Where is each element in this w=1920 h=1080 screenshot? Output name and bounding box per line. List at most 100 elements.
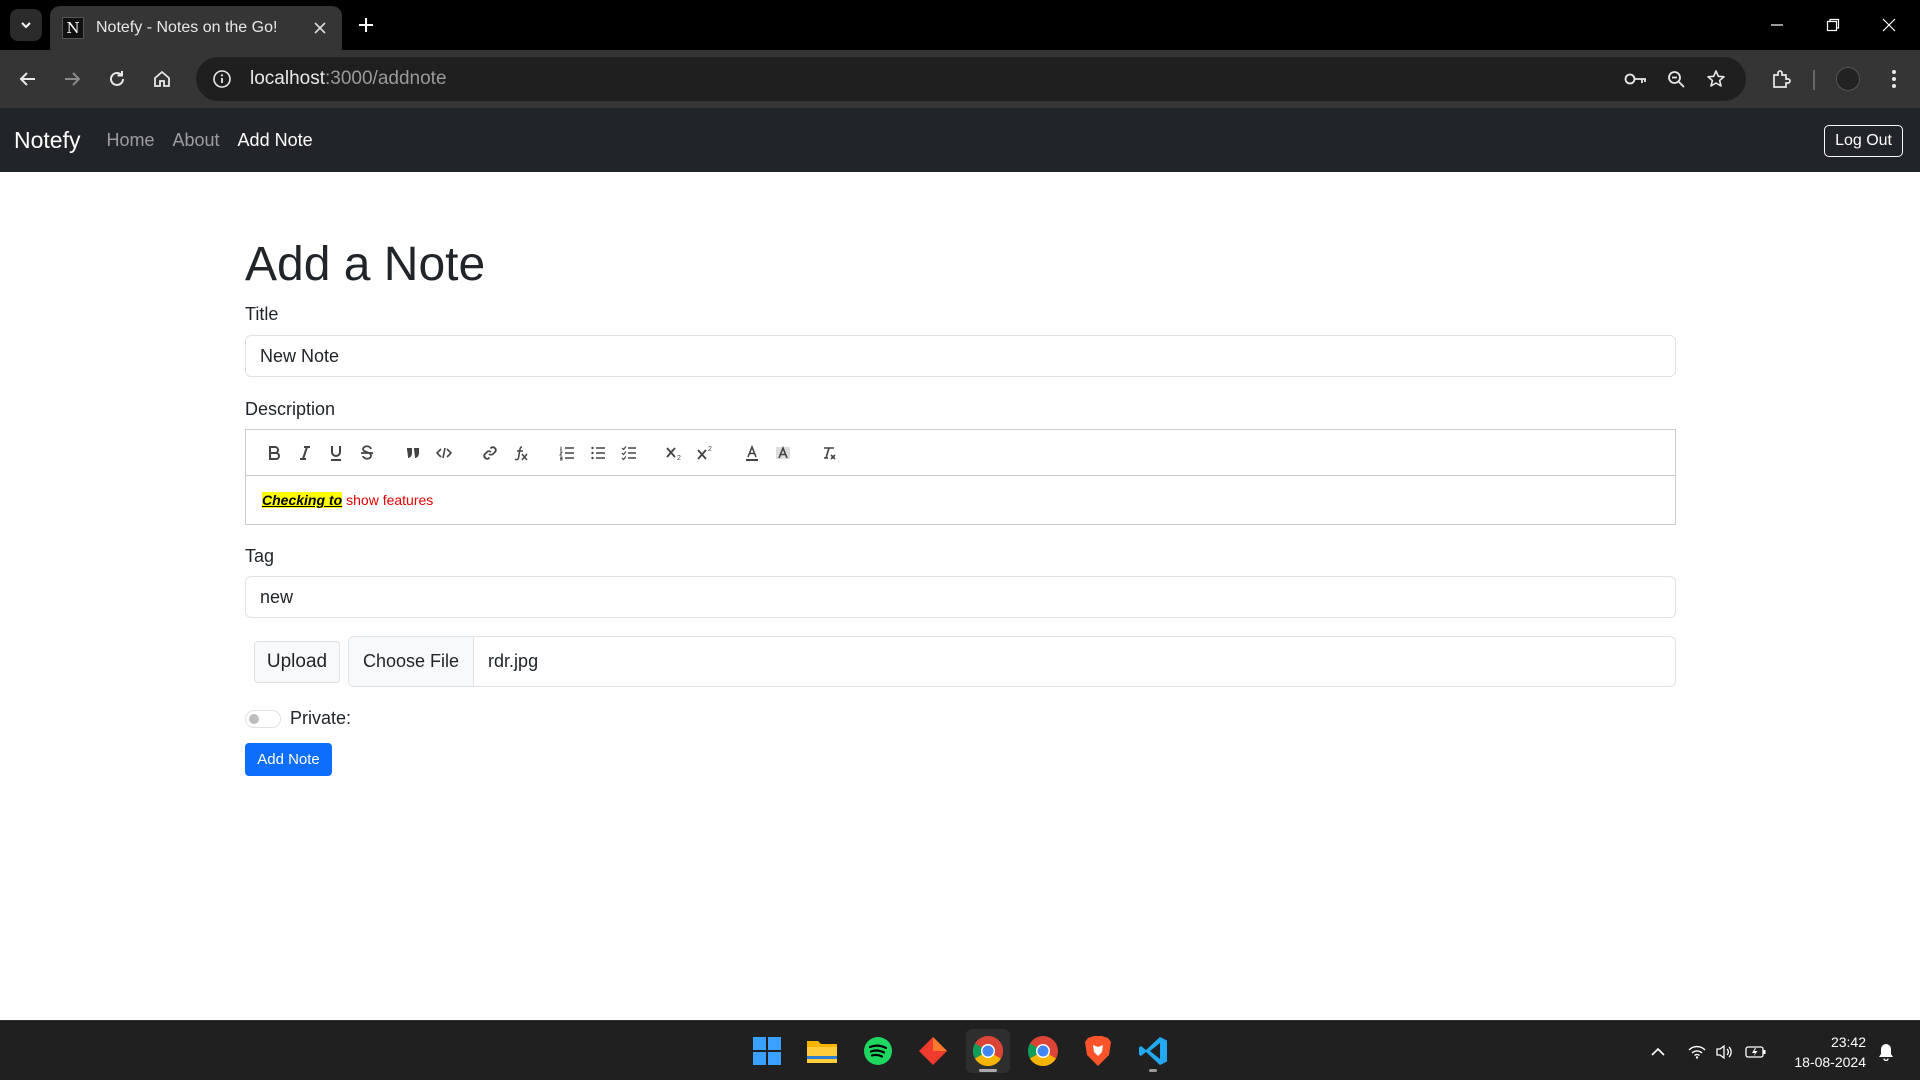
brand-logo[interactable]: Notefy xyxy=(14,127,80,154)
tab-search-button[interactable] xyxy=(10,9,42,41)
italic-button[interactable] xyxy=(289,439,320,467)
restore-icon xyxy=(1826,18,1840,32)
editor-toolbar: 2 2 xyxy=(246,430,1675,477)
strikethrough-icon xyxy=(360,445,373,460)
upload-group: Upload Choose File rdr.jpg xyxy=(245,636,1676,688)
wifi-status[interactable] xyxy=(1686,1041,1708,1063)
browser-menu-button[interactable] xyxy=(1878,63,1910,95)
strike-button[interactable] xyxy=(351,439,382,467)
start-button[interactable] xyxy=(745,1029,789,1073)
home-icon xyxy=(154,70,170,87)
key-icon xyxy=(1624,73,1646,85)
new-tab-button[interactable] xyxy=(352,11,380,39)
password-key-button[interactable] xyxy=(1622,65,1650,93)
blockquote-button[interactable] xyxy=(397,439,428,467)
private-switch[interactable] xyxy=(245,709,281,728)
file-input[interactable]: Choose File rdr.jpg xyxy=(348,636,1676,688)
browser-tab-bar: N Notefy - Notes on the Go! xyxy=(0,0,1920,50)
forward-button[interactable] xyxy=(56,63,88,95)
code-block-button[interactable] xyxy=(428,439,459,467)
chrome-app[interactable] xyxy=(1021,1029,1065,1073)
underline-icon xyxy=(330,445,341,461)
notifications-button[interactable] xyxy=(1875,1041,1897,1063)
site-info-button[interactable] xyxy=(200,57,244,101)
link-button[interactable] xyxy=(474,439,505,467)
editor-content[interactable]: Checking to show features xyxy=(246,476,1675,524)
add-note-button[interactable]: Add Note xyxy=(245,743,332,777)
minimize-button[interactable] xyxy=(1754,6,1800,44)
title-input[interactable]: New Note xyxy=(245,335,1676,378)
svg-text:2: 2 xyxy=(677,455,681,461)
blockquote-icon xyxy=(406,447,419,458)
tray-overflow-button[interactable] xyxy=(1647,1041,1669,1063)
wifi-icon xyxy=(1688,1045,1706,1059)
tab-close-button[interactable] xyxy=(310,18,330,38)
italic-icon xyxy=(299,445,310,460)
battery-status[interactable] xyxy=(1745,1041,1767,1063)
spotify-app[interactable] xyxy=(856,1029,900,1073)
bold-icon xyxy=(268,445,280,460)
ordered-list-button[interactable] xyxy=(551,439,582,467)
checklist-icon xyxy=(621,445,636,461)
description-label: Description xyxy=(245,399,336,420)
nav-add-note-link[interactable]: Add Note xyxy=(238,130,313,151)
background-color-button[interactable] xyxy=(767,439,798,467)
choose-file-button[interactable]: Choose File xyxy=(349,637,475,687)
logout-button[interactable]: Log Out xyxy=(1824,125,1903,157)
bullet-list-button[interactable] xyxy=(582,439,613,467)
check-list-button[interactable] xyxy=(613,439,644,467)
volume-status[interactable] xyxy=(1713,1041,1735,1063)
text-color-button[interactable] xyxy=(736,439,767,467)
restore-button[interactable] xyxy=(1810,6,1856,44)
formula-button[interactable] xyxy=(505,439,536,467)
address-bar[interactable]: localhost:3000/addnote xyxy=(196,57,1746,101)
highlighted-text: Checking to xyxy=(262,492,343,509)
underline-button[interactable] xyxy=(320,439,351,467)
brave-app[interactable] xyxy=(1076,1029,1120,1073)
chrome-app-active[interactable] xyxy=(966,1029,1010,1073)
zoom-button[interactable] xyxy=(1662,65,1690,93)
bookmark-button[interactable] xyxy=(1702,65,1730,93)
nav-about-link[interactable]: About xyxy=(173,130,220,151)
superscript-button[interactable]: 2 xyxy=(690,439,721,467)
tag-input[interactable]: new xyxy=(245,576,1676,619)
nav-home-link[interactable]: Home xyxy=(106,130,154,151)
clear-format-icon xyxy=(823,446,836,460)
vscode-app[interactable] xyxy=(1131,1029,1175,1073)
close-window-button[interactable] xyxy=(1866,6,1912,44)
url-path: :3000/addnote xyxy=(325,68,447,89)
profile-button[interactable] xyxy=(1832,63,1864,95)
brave-icon xyxy=(1085,1036,1111,1066)
clean-format-button[interactable] xyxy=(813,439,844,467)
back-button[interactable] xyxy=(12,63,44,95)
puzzle-icon xyxy=(1773,70,1791,88)
red-text: show features xyxy=(346,492,434,509)
avatar xyxy=(1836,67,1860,91)
git-app[interactable] xyxy=(911,1029,955,1073)
add-note-form: Add a Note Title New Note Description 2 … xyxy=(245,172,1676,777)
bold-button[interactable] xyxy=(258,439,289,467)
upload-button[interactable]: Upload xyxy=(254,640,340,683)
bell-icon xyxy=(1879,1044,1893,1061)
start-icon xyxy=(753,1037,781,1065)
zoom-out-icon xyxy=(1668,71,1685,88)
site-navbar: Notefy Home About Add Note Log Out xyxy=(0,108,1920,172)
background-color-icon xyxy=(775,445,790,459)
file-explorer-app[interactable] xyxy=(800,1029,844,1073)
rich-text-editor: 2 2 Checking to show features xyxy=(245,429,1676,526)
browser-toolbar: localhost:3000/addnote xyxy=(0,50,1920,108)
home-button[interactable] xyxy=(146,63,178,95)
chrome-icon xyxy=(1027,1036,1058,1067)
reload-button[interactable] xyxy=(101,63,133,95)
ordered-list-icon xyxy=(558,446,574,461)
code-icon xyxy=(435,447,452,458)
system-clock[interactable]: 23:42 18-08-2024 xyxy=(1794,1032,1866,1072)
battery-charging-icon xyxy=(1745,1046,1766,1058)
browser-tab[interactable]: N Notefy - Notes on the Go! xyxy=(50,6,342,50)
chrome-icon xyxy=(972,1036,1004,1067)
link-icon xyxy=(482,446,497,460)
svg-text:2: 2 xyxy=(708,446,712,453)
plus-icon xyxy=(359,18,373,32)
subscript-button[interactable]: 2 xyxy=(659,439,690,467)
extensions-button[interactable] xyxy=(1765,63,1797,95)
